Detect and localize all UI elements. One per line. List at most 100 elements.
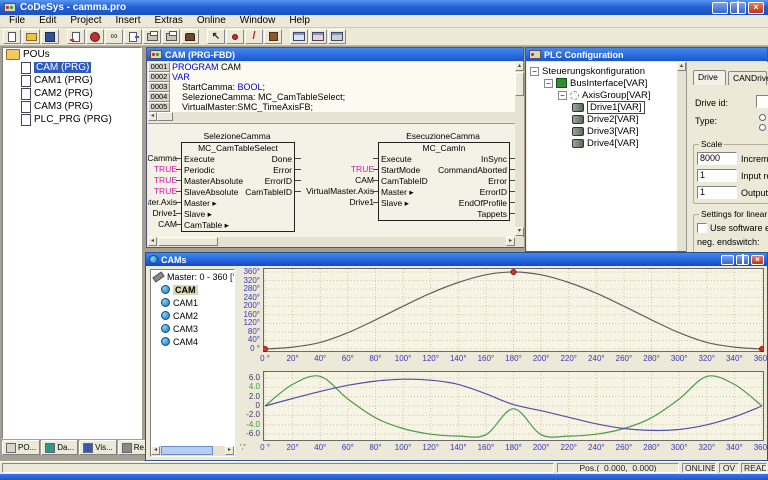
plc-node-drive2[interactable]: Drive2[VAR] <box>527 113 677 125</box>
plc-node-drive3[interactable]: Drive3[VAR] <box>527 125 677 137</box>
bottom-tab-da[interactable]: Da... <box>41 440 78 455</box>
declaration-editor[interactable]: 0001PROGRAM CAM0002VAR0003 StartCamma: B… <box>148 62 515 112</box>
declaration-scrollbar[interactable]: ◂ <box>148 112 515 121</box>
pou-item-cam3[interactable]: CAM3 (PRG) <box>3 100 141 113</box>
code-line[interactable]: 0002VAR <box>148 72 515 82</box>
scroll-up-icon[interactable]: ▴ <box>677 62 686 71</box>
toolbar-open-file-button[interactable] <box>22 29 40 44</box>
function-block-mc_camin[interactable]: MC_CamInExecuteInSyncStartModeCommandAbo… <box>378 142 510 221</box>
toolbar-window-editor-button[interactable] <box>290 29 308 44</box>
collapse-icon[interactable]: − <box>544 79 553 88</box>
scale-value-input[interactable]: 1 <box>697 169 737 182</box>
scroll-right-icon[interactable]: ▸ <box>225 446 234 455</box>
toolbar-library-bag-button[interactable] <box>181 29 199 44</box>
plc-node-businterface[interactable]: −BusInterface[VAR] <box>527 77 677 89</box>
toolbar-window-config-button[interactable] <box>328 29 346 44</box>
plc-tree-scrollbar[interactable]: ▴ <box>677 62 686 251</box>
cam-list-item-cam4[interactable]: CAM4 <box>151 335 234 348</box>
type-radio-1[interactable] <box>759 114 766 121</box>
cams-window-titlebar[interactable]: CAMs × <box>146 253 767 266</box>
scroll-down-icon[interactable]: ▾ <box>515 227 524 236</box>
code-line[interactable]: 0001PROGRAM CAM <box>148 62 515 72</box>
cam-point-marker[interactable] <box>511 270 516 275</box>
bottom-tab-vis[interactable]: Vis... <box>79 440 117 455</box>
scroll-right-icon[interactable]: ▸ <box>506 237 515 246</box>
code-line[interactable]: 0005 VirtualMaster:SMC_TimeAxisFB; <box>148 102 515 112</box>
menu-file[interactable]: File <box>2 15 32 27</box>
fbd-horizontal-scrollbar[interactable]: ◂ ▸ <box>148 237 515 247</box>
cam-point-marker[interactable] <box>263 347 268 352</box>
minimize-button[interactable] <box>712 2 728 14</box>
fbd-network-canvas[interactable]: SelezioneCammaMC_CamTableSelectExecuteDo… <box>148 123 516 237</box>
plc-node-steuerungskonfiguration[interactable]: −Steuerungskonfiguration <box>527 65 677 77</box>
cam-position-chart[interactable] <box>263 268 764 352</box>
scroll-left-icon[interactable]: ◂ <box>151 446 160 455</box>
code-line[interactable]: 0003 StartCamma: BOOL; <box>148 82 515 92</box>
collapse-icon[interactable]: − <box>530 67 539 76</box>
drive-tab-candrive[interactable]: CANDrive <box>728 71 767 85</box>
scale-value-input[interactable]: 1 <box>697 186 737 199</box>
toolbar-print-button[interactable] <box>143 29 161 44</box>
menu-extras[interactable]: Extras <box>148 15 190 27</box>
plc-node-drive1[interactable]: Drive1[VAR] <box>527 101 677 113</box>
plc-node-drive4[interactable]: Drive4[VAR] <box>527 137 677 149</box>
toolbar-window-online-button[interactable] <box>309 29 327 44</box>
restore-button[interactable] <box>730 2 746 14</box>
code-line[interactable]: 0004 SelezioneCamma: MC_CamTableSelect; <box>148 92 515 102</box>
menu-help[interactable]: Help <box>282 15 317 27</box>
cam-list-item-cam3[interactable]: CAM3 <box>151 322 234 335</box>
type-radio-2[interactable] <box>759 124 766 131</box>
pou-root-folder[interactable]: POUs <box>3 48 141 61</box>
toolbar-watch-glasses-button[interactable]: ∞ <box>105 29 123 44</box>
title-bar[interactable]: CoDeSys - camma.pro × <box>0 0 768 15</box>
pou-item-cam2[interactable]: CAM2 (PRG) <box>3 87 141 100</box>
scroll-thumb[interactable] <box>515 72 524 96</box>
collapse-icon[interactable]: − <box>558 91 567 100</box>
pou-item-cam1[interactable]: CAM1 (PRG) <box>3 74 141 87</box>
cam-list-item-cam[interactable]: CAM <box>151 283 234 296</box>
fbd-window-titlebar[interactable]: CAM (PRG-FBD) <box>147 48 523 61</box>
drive-id-input[interactable] <box>756 95 768 108</box>
function-block-mc_camtableselect[interactable]: MC_CamTableSelectExecuteDonePeriodicErro… <box>181 142 295 232</box>
cam-velocity-acceleration-chart[interactable] <box>263 371 764 441</box>
toolbar-load-download-button[interactable] <box>67 29 85 44</box>
toolbar-stop-disc-button[interactable] <box>86 29 104 44</box>
menu-insert[interactable]: Insert <box>108 15 147 27</box>
toolbar-cursor-select-button[interactable]: ↖ <box>207 29 225 44</box>
toolbar-fill-ink-button[interactable] <box>264 29 282 44</box>
menu-project[interactable]: Project <box>63 15 108 27</box>
toolbar-save-button[interactable] <box>41 29 59 44</box>
menu-online[interactable]: Online <box>190 15 233 27</box>
fbd-vertical-scrollbar[interactable]: ▴ ▾ <box>515 62 524 236</box>
maximize-button[interactable] <box>736 255 749 265</box>
cam-list-scrollbar[interactable]: ◂▸ <box>151 446 234 456</box>
pou-item-cam[interactable]: CAM (PRG) <box>3 61 141 74</box>
pou-item-plc_prg[interactable]: PLC_PRG (PRG) <box>3 113 141 126</box>
minimize-button[interactable] <box>721 255 734 265</box>
toolbar-breakpoint-dot-button[interactable] <box>226 29 244 44</box>
software-endswitch-checkbox[interactable] <box>697 223 707 233</box>
close-button[interactable]: × <box>751 255 764 265</box>
scroll-left-icon[interactable]: ◂ <box>148 237 157 246</box>
scale-value-input[interactable]: 8000 <box>697 152 737 165</box>
toolbar-import-page-button[interactable] <box>124 29 142 44</box>
plc-node-axisgroup[interactable]: −AxisGroup[VAR] <box>527 89 677 101</box>
scroll-thumb[interactable] <box>157 112 173 121</box>
scroll-thumb[interactable] <box>158 237 218 246</box>
cam-list-item-cam1[interactable]: CAM1 <box>151 296 234 309</box>
menu-edit[interactable]: Edit <box>32 15 63 27</box>
menu-window[interactable]: Window <box>233 15 283 27</box>
drive-tab-drive[interactable]: Drive <box>693 70 726 85</box>
close-button[interactable]: × <box>748 2 764 14</box>
cam-master-header[interactable]: Master: 0 - 360 [° <box>151 270 234 283</box>
scroll-thumb[interactable] <box>161 446 213 455</box>
plc-window-titlebar[interactable]: PLC Configuration <box>526 48 767 61</box>
cam-point-marker[interactable] <box>760 347 765 352</box>
toolbar-print-preview-button[interactable] <box>162 29 180 44</box>
cam-list-item-cam2[interactable]: CAM2 <box>151 309 234 322</box>
scroll-up-icon[interactable]: ▴ <box>515 62 524 71</box>
toolbar-line-draw-button[interactable]: / <box>245 29 263 44</box>
toolbar-new-file-button[interactable] <box>3 29 21 44</box>
scroll-left-icon[interactable]: ◂ <box>148 112 157 121</box>
bottom-tab-po[interactable]: PO... <box>2 440 40 455</box>
